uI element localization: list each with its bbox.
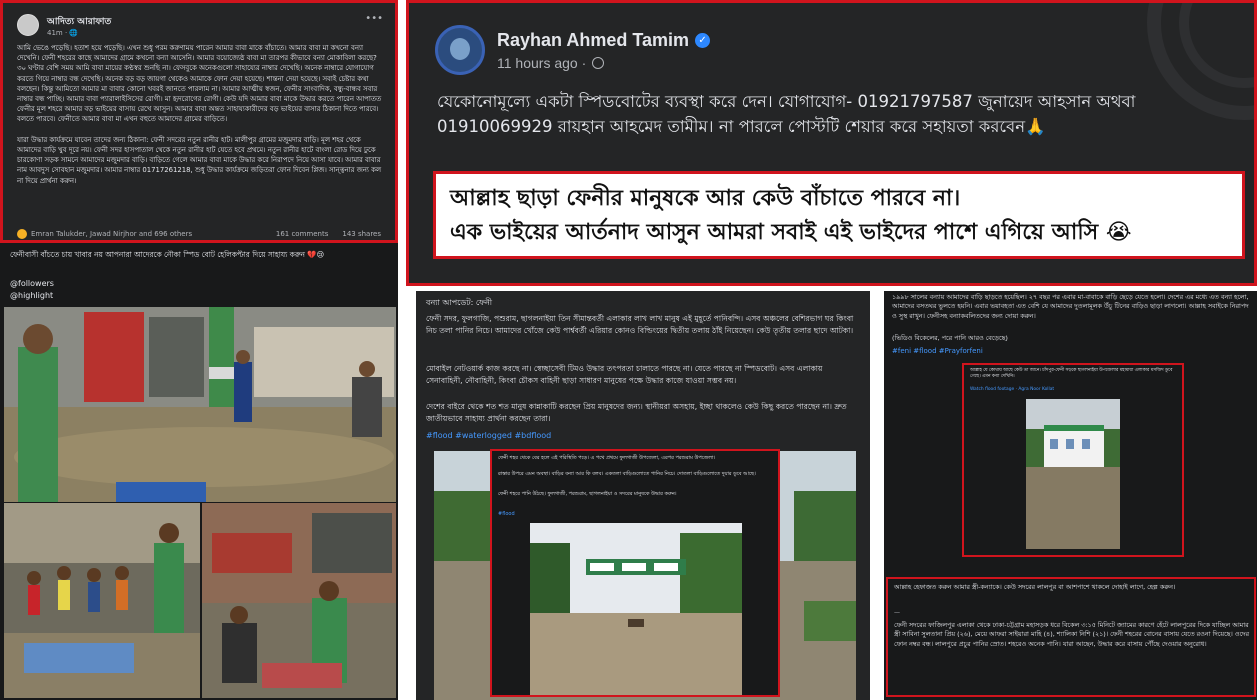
inset-link-label[interactable]: Watch flood footage [970,387,1014,392]
post-feni-flood: ১৯৯৮ সালের বন্যায় আমাদের বাড়ি ছাড়তে হ… [884,291,1257,700]
request-line: আল্লাহ হেফাজত করুন আমার স্ত্রী-কন্যাকে। … [894,583,1176,591]
author-avatar[interactable] [17,14,39,36]
paragraph-3: দেশের বাইরে থেকে শত শত মানুষ কান্নাকাটি … [426,402,847,423]
inset-line-1: ফেনী শহর থেকে বের হলে এই পরিস্থিতি পড়ে।… [498,455,716,461]
mosque-flood-drawing [1026,399,1120,549]
post-header: Rayhan Ahmed Tamim ✓ 11 hours ago · [435,25,711,75]
photo-rescue-right-drawing [202,503,396,698]
inset-link-post[interactable]: Agra Noor Kollat [1018,387,1054,392]
inset-caption: আল্লাহ যে কোথায় আছে কেউ তা জানে। চাঁদপু… [970,368,1173,379]
more-options-icon[interactable]: ••• [365,13,383,24]
inset-flood-drawing [530,523,742,695]
highlight-line-2: এক ভাইয়ের আর্তনাদ আসুন আমরা সবাই এই ভাই… [450,220,1132,245]
author-avatar[interactable] [435,25,485,75]
video-note: (ভিডিও বিকেলের, পরে পানি আরও বেড়েছে) [892,334,1008,342]
highlight-line-1: আল্লাহ ছাড়া ফেনীর মানুষকে আর কেউ বাঁচাত… [450,186,961,211]
highlight-box: আল্লাহ ছাড়া ফেনীর মানুষকে আর কেউ বাঁচাত… [433,171,1245,259]
flood-photo-street[interactable] [4,307,396,502]
author-name[interactable]: Rayhan Ahmed Tamim [497,30,689,51]
mosque-flood-photo[interactable] [1026,399,1120,549]
reaction-icon[interactable] [17,229,27,239]
hashtags[interactable]: #feni #flood #Prayforfeni [892,347,983,355]
post-body: যেকোনোমূল্যে একটা স্পিডবোটের ব্যবস্থা কর… [437,92,1136,136]
inset-line-3: ফেনী শহরে পানি উঠছে। ফুলগাজী, পরশুরাম, ছ… [498,491,677,497]
flood-photo-rescue-right[interactable] [202,503,396,698]
paragraph-2: মোবাইল নেটওয়ার্ক কাজ করছে না। স্বেচ্ছাস… [426,364,823,385]
post-rayhan-tamim: Rayhan Ahmed Tamim ✓ 11 hours ago · যেকো… [406,0,1257,286]
inset-video-screenshot[interactable]: আল্লাহ যে কোথায় আছে কেউ তা জানে। চাঁদপু… [962,363,1184,557]
request-body: ফেনী সদরের ফাজিলপুর এলাকা থেকে ঢাকা-চট্ট… [894,621,1250,648]
post-caption: ফেনীবাসী বাঁচতে চায় খাবার নয় আপনারা আদ… [10,250,325,259]
author-name[interactable]: আদিত্য আরাফাত [47,14,111,29]
inset-hashtag[interactable]: #flood [498,511,515,517]
inset-line-2: রাস্তার উপরে এমন অবস্থা। বাড়ির বন্যা আর… [498,471,756,477]
share-count[interactable]: 143 shares [342,230,381,238]
post-flood-update: বন্যা আপডেট: ফেনী ফেনী সদর, ফুলগাজি, পশু… [416,291,870,700]
divider: — [894,609,900,616]
photo-rescue-left-drawing [4,503,200,698]
request-box: আল্লাহ হেফাজত করুন আমার স্ত্রী-কন্যাকে। … [886,577,1256,697]
reaction-summary[interactable]: Emran Talukder, Jawad Nirjhor and 696 ot… [31,230,192,238]
reaction-bar: Emran Talukder, Jawad Nirjhor and 696 ot… [17,227,381,240]
post-body: আমি ভেঙে পড়েছি। হতাশ হয়ে পড়েছি। এখন শ… [17,44,382,185]
comment-count[interactable]: 161 comments [276,230,329,238]
paragraph-1: ফেনী সদর, ফুলগাজি, পশুরাম, ছাগলনাইয়া তি… [426,314,854,335]
tag-highlight[interactable]: @highlight [10,291,53,300]
post-aditya-arafat: আদিত্য আরাফাত 41m · 🌐 ••• আমি ভেঙে পড়েছ… [0,0,398,243]
tag-followers[interactable]: @followers [10,279,54,288]
post-time: 11 hours ago · [497,54,587,71]
inset-flood-photo[interactable] [530,523,742,695]
post-title: বন্যা আপডেট: ফেনী [426,298,493,307]
post-photo-collage: ফেনীবাসী বাঁচতে চায় খাবার নয় আপনারা আদ… [0,243,398,700]
hashtags[interactable]: #flood #waterlogged #bdflood [426,431,551,440]
intro-text: ১৯৯৮ সালের বন্যায় আমাদের বাড়ি ছাড়তে হ… [892,293,1249,320]
post-header: আদিত্য আরাফাত 41m · 🌐 [17,11,111,39]
verified-badge-icon: ✓ [695,32,711,48]
flood-photo-rescue-left[interactable] [4,503,200,698]
globe-icon [592,56,605,69]
inset-screenshot[interactable]: ফেনী শহর থেকে বের হলে এই পরিস্থিতি পড়ে।… [490,449,780,697]
photo-street-drawing [4,307,396,502]
inset-link[interactable]: Watch flood footage · Agra Noor Kollat [970,387,1054,392]
post-time: 41m · 🌐 [47,28,79,37]
